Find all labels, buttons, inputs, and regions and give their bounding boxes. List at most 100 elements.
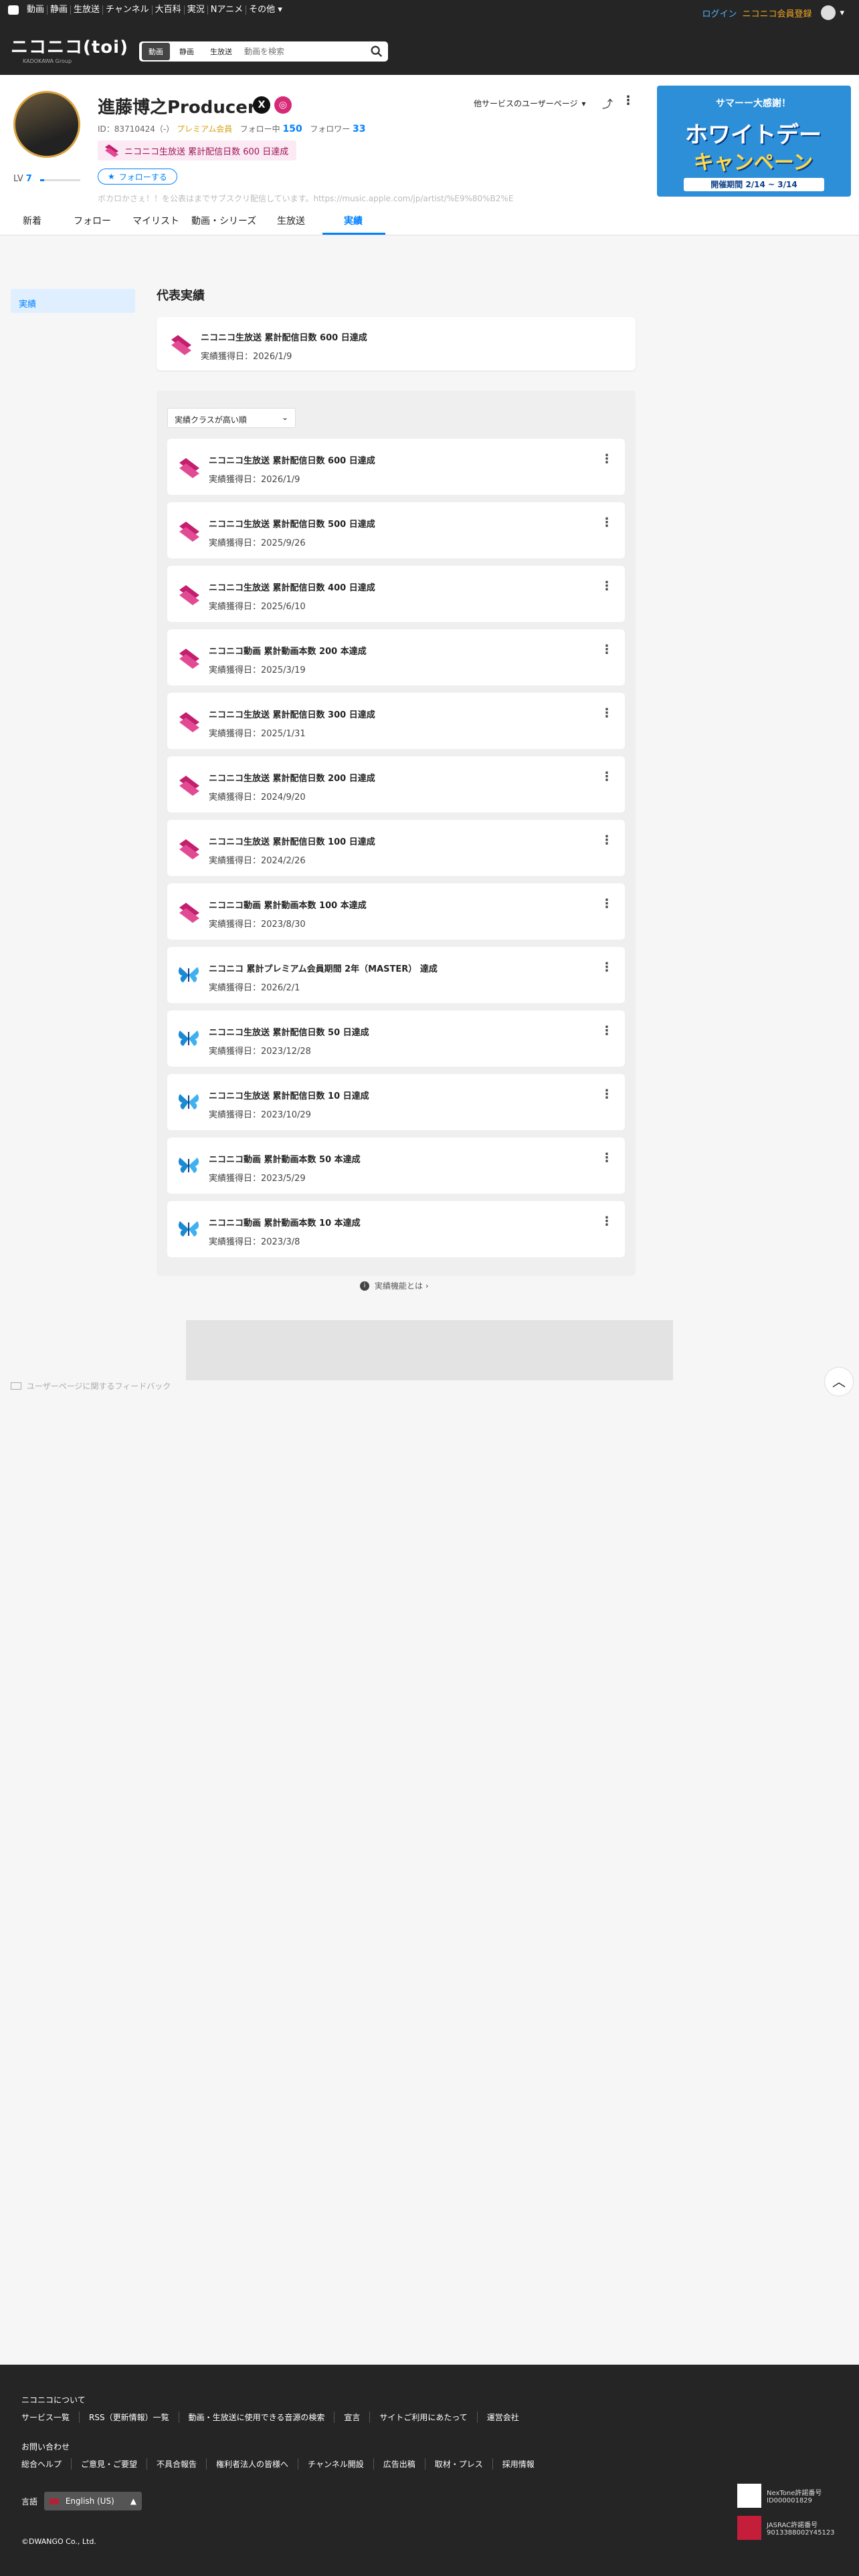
- nav-dic[interactable]: 大百科: [153, 5, 185, 15]
- banner-period: 開催期間 2/14 ~ 3/14: [684, 178, 824, 191]
- flag-icon: [50, 2498, 60, 2504]
- achievement-date: 実績獲得日：2026/1/9: [201, 352, 292, 362]
- representative-badge[interactable]: ニコニコ生放送 累計配信日数 600 日達成: [98, 140, 297, 160]
- search-tab-live[interactable]: 生放送: [203, 43, 239, 60]
- footer-link[interactable]: 採用情報: [502, 2458, 544, 2470]
- nav-more[interactable]: その他 ▾: [246, 5, 285, 15]
- achievement-title: ニコニコ生放送 累計配信日数 10 日達成: [209, 1091, 369, 1101]
- live-achievement-icon: [171, 335, 191, 355]
- achievement-title: ニコニコ生放送 累計配信日数 200 日達成: [209, 774, 375, 784]
- list-item: ニコニコ生放送 累計配信日数 10 日達成 実績獲得日：2023/10/29 ⋮: [167, 1074, 625, 1130]
- more-options-icon[interactable]: ⋮: [601, 643, 613, 657]
- language-label: 言語: [21, 2496, 38, 2506]
- list-item: ニコニコ動画 累計動画本数 10 本達成 実績獲得日：2023/3/8 ⋮: [167, 1201, 625, 1257]
- list-item: ニコニコ動画 累計動画本数 200 本達成 実績獲得日：2025/3/19 ⋮: [167, 629, 625, 685]
- logo-subtext: KADOKAWA Group: [23, 58, 72, 64]
- butterfly-achievement-icon: [178, 1094, 199, 1109]
- nav-video[interactable]: 動画: [24, 5, 48, 15]
- live-achievement-icon: [179, 649, 199, 669]
- language-select[interactable]: English (US) ▲: [44, 2492, 142, 2510]
- search-tab-video[interactable]: 動画: [142, 43, 170, 60]
- campaign-banner[interactable]: サマーー大感謝！ ホワイトデー キャンペーン 開催期間 2/14 ~ 3/14: [657, 86, 851, 197]
- more-options-icon[interactable]: ⋮: [601, 833, 613, 847]
- more-options-icon[interactable]: ⋮: [601, 1214, 613, 1228]
- nav-channel[interactable]: チャンネル: [103, 5, 153, 15]
- footer-link[interactable]: ご意見・ご要望: [81, 2458, 148, 2470]
- footer-link[interactable]: 総合ヘルプ: [21, 2458, 72, 2470]
- footer-link[interactable]: 宣言: [344, 2411, 371, 2423]
- search-tab-seiga[interactable]: 静画: [173, 43, 201, 60]
- niconico-logo[interactable]: ニコニコ(toi) KADOKAWA Group: [11, 33, 128, 64]
- footer-link[interactable]: RSS（更新情報）一覧: [89, 2411, 179, 2423]
- search-input[interactable]: [244, 47, 369, 56]
- achievement-badge-icon: [105, 144, 118, 157]
- footer-link[interactable]: チャンネル開設: [308, 2458, 374, 2470]
- footer-link[interactable]: 取材・プレス: [435, 2458, 493, 2470]
- login-link[interactable]: ログイン: [702, 7, 737, 19]
- about-achievements-link[interactable]: i 実績機能とは ›: [360, 1280, 429, 1291]
- butterfly-achievement-icon: [178, 1031, 199, 1046]
- sns-links: X ◎: [253, 96, 296, 114]
- footer-link[interactable]: 運営会社: [487, 2411, 529, 2423]
- footer-link[interactable]: サイトご利用にあたって: [379, 2411, 478, 2423]
- more-options-icon[interactable]: ⋮: [601, 706, 613, 720]
- tab-mylist[interactable]: マイリスト: [132, 214, 179, 227]
- about-label: 実績機能とは ›: [375, 1281, 429, 1291]
- achievement-title: ニコニコ動画 累計動画本数 10 本達成: [209, 1218, 361, 1228]
- other-services-dropdown[interactable]: 他サービスのユーザーページ ▾: [474, 98, 586, 109]
- more-options-icon[interactable]: ⋮: [601, 960, 613, 974]
- premium-label: プレミアム会員: [177, 124, 233, 134]
- license-label: JASRAC許諾番号: [767, 2522, 818, 2529]
- follow-button[interactable]: ★ フォローする: [98, 169, 177, 185]
- search-icon[interactable]: [369, 44, 384, 59]
- achievement-date: 実績獲得日：2023/3/8: [209, 1237, 300, 1247]
- nav-anime[interactable]: Nアニメ: [208, 5, 247, 15]
- share-icon[interactable]: ⤴: [602, 95, 613, 111]
- following-label[interactable]: フォロー中: [240, 124, 280, 134]
- feedback-link[interactable]: ユーザーページに関するフィードバック: [11, 1380, 171, 1392]
- nav-more-label: その他: [249, 5, 276, 15]
- more-options-icon[interactable]: ⋮: [601, 1151, 613, 1165]
- footer-link[interactable]: 権利者法人の皆様へ: [216, 2458, 299, 2470]
- more-options-icon[interactable]: ⋮: [601, 579, 613, 593]
- more-options-icon[interactable]: ⋮: [601, 516, 613, 530]
- followers-label[interactable]: フォロワー: [310, 124, 350, 134]
- nav-live[interactable]: 生放送: [71, 5, 104, 15]
- sidebar-item-achievements[interactable]: 実績: [11, 289, 135, 313]
- instagram-icon[interactable]: ◎: [274, 96, 292, 114]
- register-link[interactable]: ニコニコ会員登録: [742, 7, 812, 19]
- more-options-icon[interactable]: ⋮: [622, 94, 634, 108]
- user-description: ボカロかさぇ！！を公表はまでサブスクリ配信しています。https://music…: [98, 194, 514, 203]
- followers-count[interactable]: 33: [353, 124, 365, 134]
- more-options-icon[interactable]: ⋮: [601, 897, 613, 911]
- tab-follow[interactable]: フォロー: [74, 214, 111, 227]
- user-avatar-icon[interactable]: [821, 5, 836, 20]
- more-options-icon[interactable]: ⋮: [601, 452, 613, 466]
- niconico-tv-icon[interactable]: [8, 5, 19, 15]
- list-item: ニコニコ生放送 累計配信日数 100 日達成 実績獲得日：2024/2/26 ⋮: [167, 820, 625, 876]
- chevron-down-icon[interactable]: ▾: [840, 8, 844, 18]
- footer-link[interactable]: 広告出稿: [383, 2458, 425, 2470]
- scroll-to-top-button[interactable]: ︿: [824, 1367, 854, 1396]
- live-achievement-icon: [179, 585, 199, 605]
- other-services-label: 他サービスのユーザーページ: [474, 99, 578, 108]
- more-options-icon[interactable]: ⋮: [601, 1024, 613, 1038]
- footer-link[interactable]: サービス一覧: [21, 2411, 80, 2423]
- following-count[interactable]: 150: [283, 124, 302, 134]
- nav-jikkyo[interactable]: 実況: [185, 5, 208, 15]
- footer-link[interactable]: 不具合報告: [157, 2458, 207, 2470]
- mail-icon: [11, 1382, 21, 1390]
- sort-select[interactable]: 実績クラスが高い順 ⌄: [167, 408, 296, 428]
- x-twitter-icon[interactable]: X: [253, 96, 270, 114]
- tab-new[interactable]: 新着: [23, 214, 41, 227]
- tab-videos-series[interactable]: 動画・シリーズ: [191, 214, 256, 227]
- tab-live[interactable]: 生放送: [277, 214, 305, 227]
- more-options-icon[interactable]: ⋮: [601, 1087, 613, 1101]
- footer-link[interactable]: 動画・生放送に使用できる音源の検索: [189, 2411, 335, 2423]
- more-options-icon[interactable]: ⋮: [601, 770, 613, 784]
- banner-line2: ホワイトデー: [685, 122, 822, 148]
- nav-seiga[interactable]: 静画: [47, 5, 72, 15]
- live-achievement-icon: [179, 712, 199, 732]
- butterfly-achievement-icon: [178, 967, 199, 982]
- tab-achievements[interactable]: 実績: [344, 214, 363, 227]
